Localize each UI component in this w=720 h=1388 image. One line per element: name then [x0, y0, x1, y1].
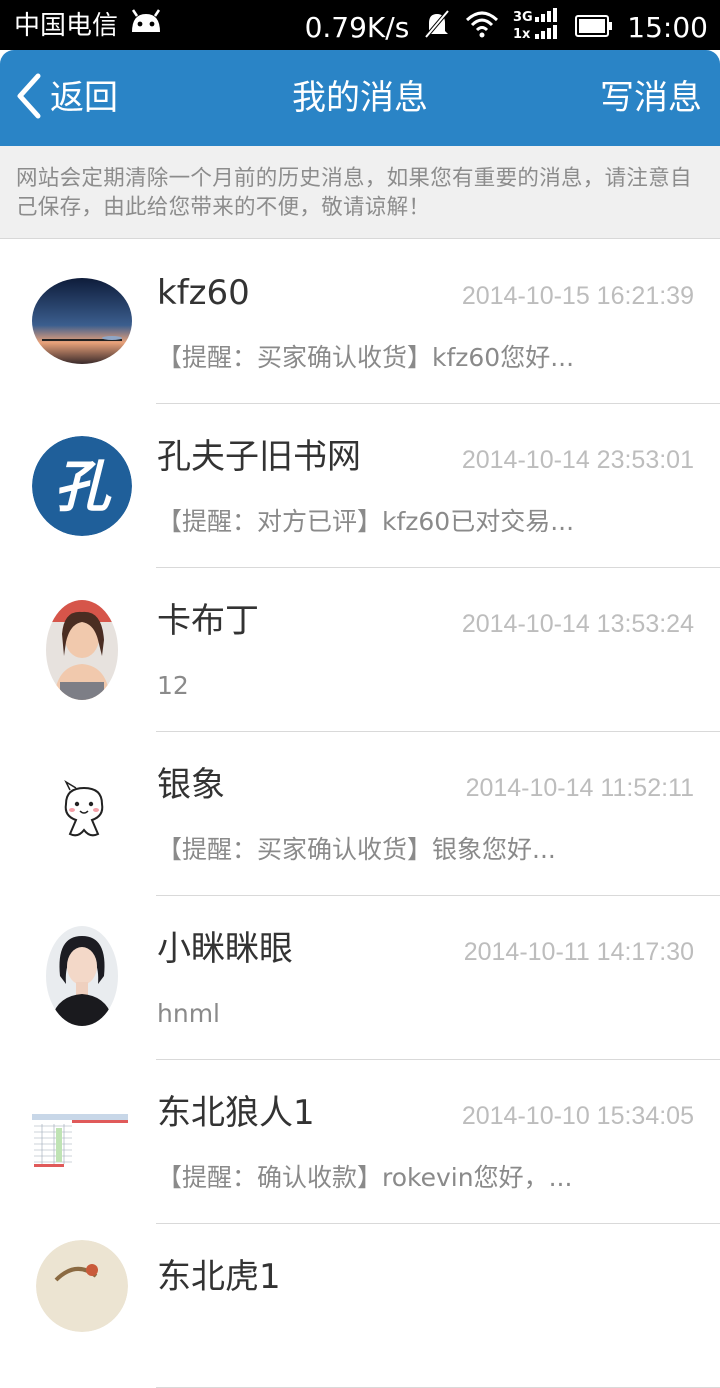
message-item[interactable]: 东北虎1 [0, 1224, 720, 1388]
message-preview: 【提醒：买家确认收货】银象您好... [157, 835, 556, 864]
message-item[interactable]: 银象 2014-10-14 11:52:11 【提醒：买家确认收货】银象您好..… [0, 732, 720, 896]
mute-icon [423, 9, 451, 47]
message-item[interactable]: 东北狼人1 2014-10-10 15:34:05 【提醒：确认收款】rokev… [0, 1060, 720, 1224]
message-time: 2014-10-15 16:21:39 [461, 282, 694, 310]
svg-text:3G: 3G [513, 10, 533, 25]
carrier-label: 中国电信 [14, 10, 119, 41]
wifi-icon [465, 10, 499, 46]
avatar [36, 1240, 128, 1332]
notice-banner: 网站会定期清除一个月前的历史消息，如果您有重要的消息，请注意自己保存，由此给您带… [0, 146, 720, 239]
avatar: 孔 [32, 436, 132, 536]
avatar [46, 926, 118, 1026]
message-item[interactable]: 卡布丁 2014-10-14 13:53:24 12 [0, 568, 720, 732]
compose-button[interactable]: 写消息 [600, 72, 702, 124]
speed-label: 0.79K/s [304, 11, 410, 44]
avatar [46, 600, 118, 700]
sender-name: 银象 [157, 765, 225, 805]
message-time: 2014-10-11 14:17:30 [463, 938, 694, 966]
battery-icon [575, 11, 613, 45]
message-preview: hnml [157, 999, 220, 1028]
clock-label: 15:00 [627, 11, 708, 44]
message-item[interactable]: 孔 孔夫子旧书网 2014-10-14 23:53:01 【提醒：对方已评】kf… [0, 404, 720, 568]
signal-icon: 3G 1x [513, 8, 561, 48]
sender-name: 孔夫子旧书网 [157, 437, 361, 477]
sender-name: 小眯眯眼 [157, 929, 293, 969]
android-icon [128, 8, 164, 43]
message-preview: 12 [157, 671, 189, 700]
message-preview: 【提醒：对方已评】kfz60已对交易... [157, 507, 575, 536]
sender-name: kfz60 [157, 273, 250, 313]
message-time: 2014-10-14 23:53:01 [461, 446, 694, 474]
message-time: 2014-10-14 13:53:24 [461, 610, 694, 638]
message-time: 2014-10-14 11:52:11 [465, 774, 694, 802]
message-preview: 【提醒：买家确认收货】kfz60您好... [157, 343, 575, 372]
sender-name: 东北狼人1 [157, 1093, 315, 1133]
avatar [32, 1110, 128, 1170]
status-bar: 中国电信 0.79K/s 3G 1x 15:00 [0, 0, 720, 50]
message-item[interactable]: kfz60 2014-10-15 16:21:39 【提醒：买家确认收货】kfz… [0, 240, 720, 404]
nav-bar: 返回 我的消息 写消息 [0, 50, 720, 146]
message-list: kfz60 2014-10-15 16:21:39 【提醒：买家确认收货】kfz… [0, 240, 720, 1388]
kong-logo-char: 孔 [54, 454, 112, 520]
svg-text:1x: 1x [513, 27, 531, 40]
message-time: 2014-10-10 15:34:05 [461, 1102, 694, 1130]
sender-name: 东北虎1 [157, 1257, 281, 1297]
avatar [52, 780, 116, 844]
sender-name: 卡布丁 [157, 601, 259, 641]
message-preview: 【提醒：确认收款】rokevin您好，... [157, 1163, 573, 1192]
message-item[interactable]: 小眯眯眼 2014-10-11 14:17:30 hnml [0, 896, 720, 1060]
avatar [32, 278, 132, 364]
